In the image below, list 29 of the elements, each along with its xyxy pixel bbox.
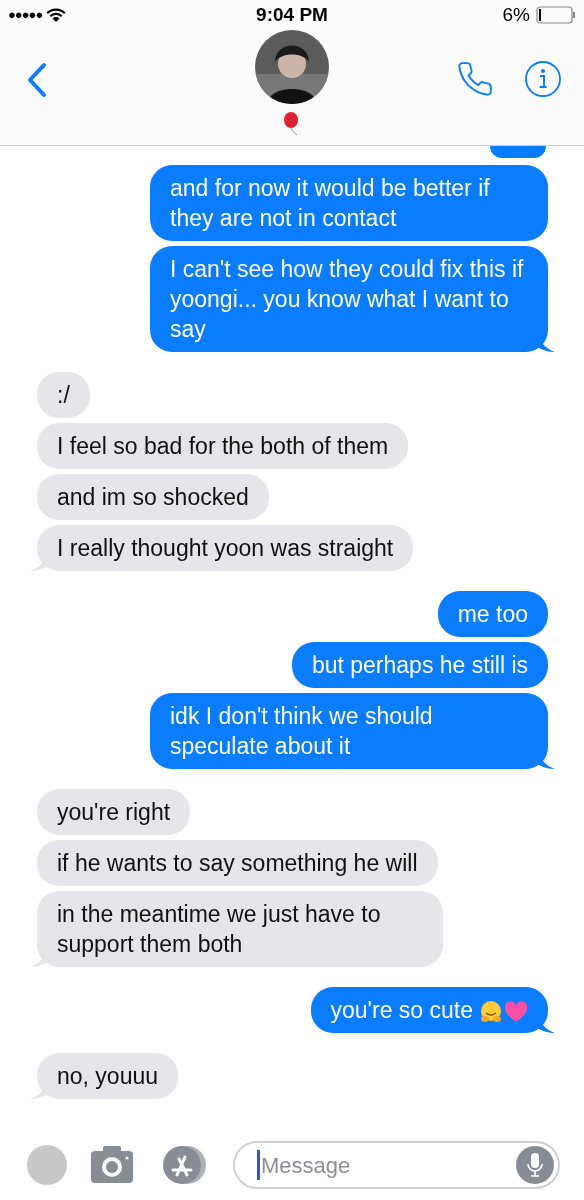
microphone-button[interactable] (516, 1146, 554, 1184)
message-field[interactable]: Message (233, 1141, 560, 1189)
battery-icon (536, 6, 576, 24)
message-bubble: I really thought yoon was straight (37, 525, 414, 571)
message-bubble: if he wants to say something he will (37, 840, 438, 886)
message-bubble: but perhaps he still is (291, 642, 548, 688)
message-bubble: I can't see how they could fix this if yoongi... you know what I want to say (150, 246, 548, 352)
balloon-icon (283, 112, 301, 136)
microphone-icon (526, 1152, 544, 1178)
message-bubble: no, youuu (37, 1053, 179, 1099)
message-input[interactable]: Message (261, 1148, 516, 1182)
message-bubble: in the meantime we just have to support them both (37, 891, 443, 967)
message-bubble: and for now it would be better if they are not in contact (150, 165, 548, 241)
message-bubble: me too (437, 591, 548, 637)
phone-button[interactable] (456, 60, 494, 98)
info-button[interactable] (524, 60, 562, 98)
message-bubble: you're right (37, 789, 191, 835)
camera-button[interactable] (89, 1145, 135, 1185)
signal-dots: ●●●●● (8, 6, 43, 25)
message-bubble: and im so shocked (37, 474, 269, 520)
message-bubble: :/ (37, 372, 90, 418)
status-time: 9:04 PM (256, 2, 328, 27)
battery-percent: 6% (502, 2, 530, 27)
message-bubble: I feel so bad for the both of them (37, 423, 409, 469)
message-bubble: you're so cute (310, 987, 548, 1033)
message-bubble: idk I don't think we should speculate about it (150, 693, 548, 769)
heart-icon (504, 1000, 528, 1023)
wifi-icon (46, 7, 67, 23)
message-bubble (490, 146, 546, 158)
